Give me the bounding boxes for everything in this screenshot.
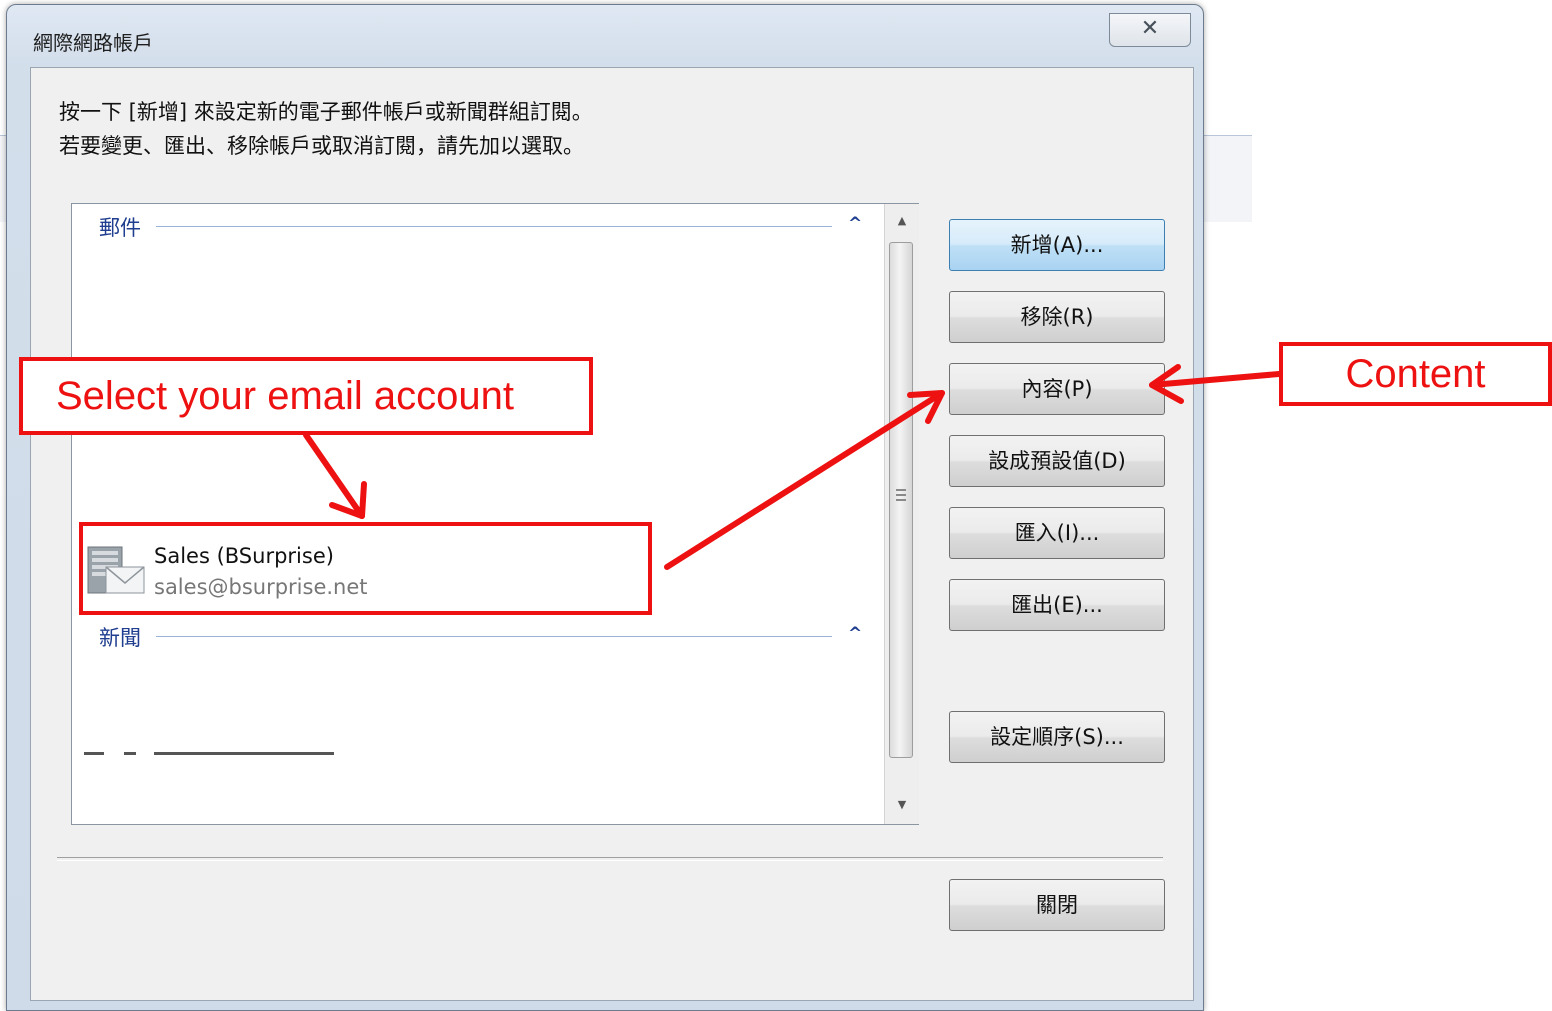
scroll-down-arrow-icon[interactable]: ▼ [885, 790, 919, 820]
export-button[interactable]: 匯出(E)... [949, 579, 1165, 631]
footer-divider [57, 857, 1163, 861]
new-account-button[interactable]: 新增(A)... [949, 219, 1165, 271]
properties-button[interactable]: 內容(P) [949, 363, 1165, 415]
close-icon: ✕ [1140, 16, 1160, 41]
chevron-up-icon[interactable]: ^ [848, 214, 862, 234]
group-divider-news [156, 636, 832, 637]
group-label-news: 新聞 [99, 626, 141, 650]
group-label-mail: 郵件 [99, 216, 141, 240]
news-account-item-clipped[interactable] [84, 748, 384, 756]
scrollbar-thumb[interactable] [889, 242, 913, 758]
account-list[interactable]: 郵件 ^ Sales (BSurprise) sales@bsurprise.n… [71, 203, 919, 825]
chevron-up-icon[interactable]: ^ [848, 624, 862, 644]
set-default-button[interactable]: 設成預設值(D) [949, 435, 1165, 487]
scroll-up-arrow-icon[interactable]: ▲ [885, 206, 919, 236]
content-callout: Content [1279, 342, 1552, 406]
grip-icon [896, 489, 906, 503]
instruction-line-1: 按一下 [新增] 來設定新的電子郵件帳戶或新聞群組訂閱。 [59, 100, 593, 124]
vertical-scrollbar[interactable]: ▲ ▼ [884, 204, 919, 824]
set-order-button[interactable]: 設定順序(S)... [949, 711, 1165, 763]
close-button[interactable]: 關閉 [949, 879, 1165, 931]
remove-button[interactable]: 移除(R) [949, 291, 1165, 343]
import-button[interactable]: 匯入(I)... [949, 507, 1165, 559]
internet-accounts-dialog: 網際網路帳戶 ✕ 按一下 [新增] 來設定新的電子郵件帳戶或新聞群組訂閱。 若要… [6, 4, 1204, 1011]
instruction-line-2: 若要變更、匯出、移除帳戶或取消訂閱，請先加以選取。 [59, 134, 584, 158]
close-window-button[interactable]: ✕ [1109, 13, 1191, 47]
account-highlight-box [79, 522, 652, 615]
select-account-callout: Select your email account [19, 357, 593, 435]
group-divider-mail [156, 226, 832, 227]
dialog-title: 網際網路帳戶 [33, 31, 153, 55]
